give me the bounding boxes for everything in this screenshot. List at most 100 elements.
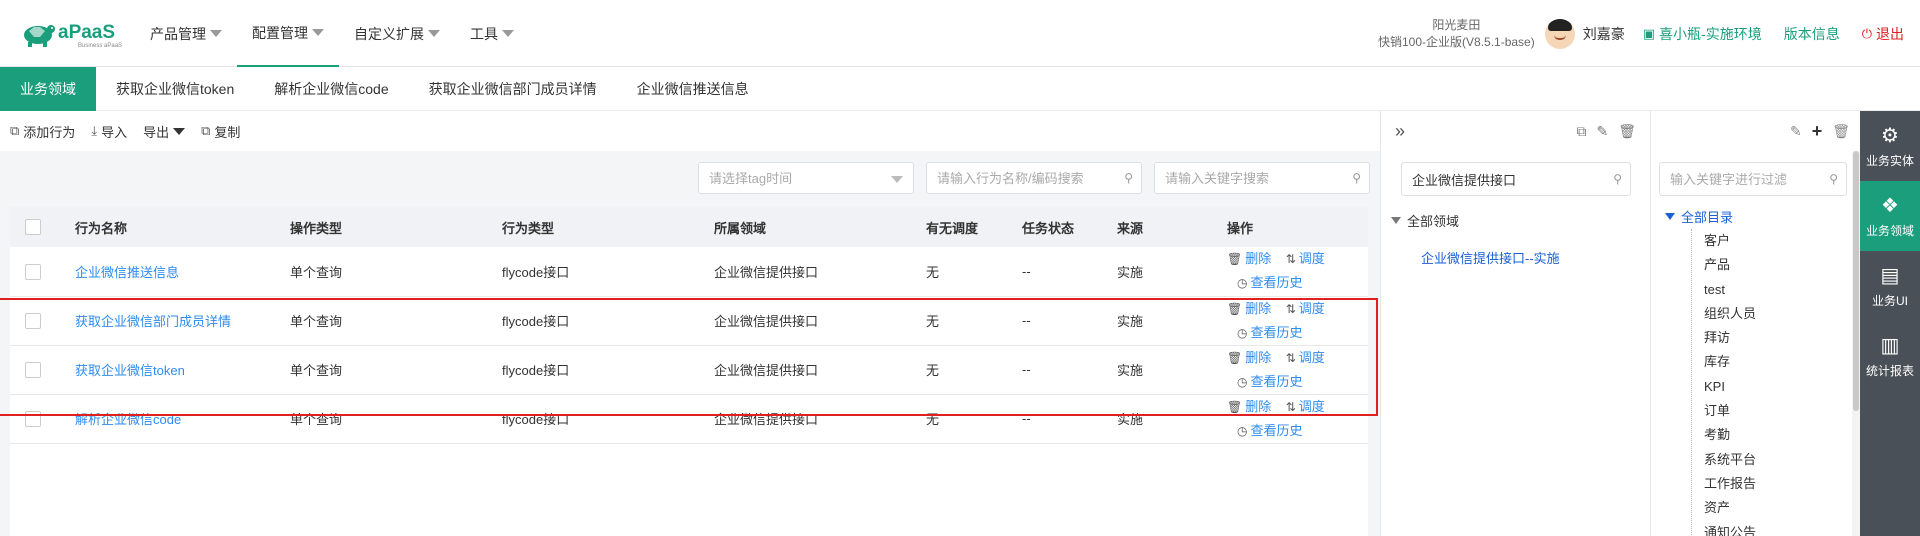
tab-get-wechat-token[interactable]: 获取企业微信token [96,67,254,111]
add-domain-icon[interactable]: ⧉ [1576,123,1586,140]
add-behavior-button[interactable]: ⧉ 添加行为 [10,122,75,141]
directory-item[interactable]: KPI [1704,375,1756,399]
env-link[interactable]: ▣ 喜小瓶-实施环境 [1643,24,1762,44]
trash-icon[interactable]: 🗑 [1618,123,1636,140]
directory-item[interactable]: test [1704,278,1756,302]
name-search-field[interactable]: ⚲ [926,162,1142,194]
row-checkbox[interactable] [25,410,41,427]
view-history-button[interactable]: ◷ 查看历史 [1237,374,1303,389]
cell-actions: 🗑 删除 ⇅ 调度 ◷ 查看历史 [1227,394,1368,443]
edit-icon[interactable]: ✎ [1596,123,1608,140]
directory-item[interactable]: 通知公告 [1704,521,1756,536]
directory-item[interactable]: 考勤 [1704,423,1756,447]
delete-button[interactable]: 🗑 删除 [1227,399,1271,414]
version-info-link[interactable]: 版本信息 [1784,24,1840,44]
nav-label: 产品管理 [150,25,206,42]
table-row[interactable]: 企业微信推送信息 单个查询 flycode接口 企业微信提供接口 无 -- 实施… [10,247,1368,296]
collapse-icon[interactable]: » [1395,121,1405,142]
import-button[interactable]: ⤓ 导入 [91,122,127,141]
tab-parse-wechat-code[interactable]: 解析企业微信code [254,67,408,111]
sidebar-item-business-domain[interactable]: ❖ 业务领域 [1860,181,1920,251]
nav-tools[interactable]: 工具 [455,0,529,67]
avatar[interactable] [1544,18,1575,49]
scrollbar-thumb[interactable] [1853,151,1859,411]
search-icon[interactable]: ⚲ [1829,172,1838,186]
behavior-name-link[interactable]: 获取企业微信token [75,363,185,378]
export-dropdown[interactable]: 导出 [143,122,186,141]
search-icon[interactable]: ⚲ [1124,171,1133,185]
keyword-search-field[interactable]: ⚲ [1154,162,1370,194]
plus-icon[interactable]: + [1812,121,1823,142]
cell-act-type: flycode接口 [502,363,570,378]
behavior-name-link[interactable]: 企业微信推送信息 [75,265,179,280]
view-history-button[interactable]: ◷ 查看历史 [1237,325,1303,340]
directory-item[interactable]: 拜访 [1704,326,1756,350]
directory-scrollbar[interactable] [1852,151,1860,536]
logout-button[interactable]: ⏻ 退出 [1862,24,1904,44]
expand-triangle-icon[interactable] [1665,213,1675,220]
directory-item[interactable]: 产品 [1704,253,1756,277]
tag-time-input[interactable] [699,163,879,193]
sidebar-item-statistics[interactable]: ▥ 统计报表 [1860,321,1920,391]
keyword-search-input[interactable] [1155,163,1335,193]
tab-get-dept-member-detail[interactable]: 获取企业微信部门成员详情 [409,67,617,111]
schedule-button[interactable]: ⇅ 调度 [1286,399,1325,414]
row-checkbox[interactable] [25,263,41,280]
row-checkbox[interactable] [25,312,41,329]
select-all-checkbox[interactable] [25,219,41,236]
directory-item[interactable]: 组织人员 [1704,302,1756,326]
company-version: 快销100-企业版(V8.5.1-base) [1378,34,1535,49]
delete-button[interactable]: 🗑 删除 [1227,301,1271,316]
behavior-name-link[interactable]: 解析企业微信code [75,412,181,427]
directory-tree-root[interactable]: 全部目录 [1665,207,1733,226]
sidebar-item-business-entity[interactable]: ⚙ 业务实体 [1860,111,1920,181]
directory-filter-field[interactable]: ⚲ [1659,162,1847,196]
table-header-row: 行为名称 操作类型 行为类型 所属领域 有无调度 任务状态 来源 操作 [10,207,1368,247]
view-history-button[interactable]: ◷ 查看历史 [1237,275,1303,290]
expand-triangle-icon[interactable] [1391,217,1401,224]
behavior-name-link[interactable]: 获取企业微信部门成员详情 [75,314,231,329]
directory-item[interactable]: 系统平台 [1704,448,1756,472]
table-row[interactable]: 获取企业微信部门成员详情 单个查询 flycode接口 企业微信提供接口 无 -… [10,296,1368,345]
nav-config-management[interactable]: 配置管理 [237,0,339,67]
search-icon[interactable]: ⚲ [1613,172,1622,186]
directory-filter-input[interactable] [1660,163,1820,195]
view-history-button[interactable]: ◷ 查看历史 [1237,423,1303,438]
tab-wechat-push-info[interactable]: 企业微信推送信息 [617,67,769,111]
tree-root-label: 全部领域 [1407,214,1460,229]
sidebar-item-business-ui[interactable]: ▤ 业务UI [1860,251,1920,321]
trash-icon[interactable]: 🗑 [1832,123,1850,140]
domain-tree-item[interactable]: 企业微信提供接口--实施 [1421,248,1560,267]
directory-item[interactable]: 订单 [1704,399,1756,423]
sliders-icon: ⇅ [1285,399,1296,414]
edit-icon[interactable]: ✎ [1790,123,1802,140]
directory-item[interactable]: 库存 [1704,350,1756,374]
domain-panel: » ⧉ ✎ 🗑 ⚲ 全部领域 企业微信提供接口--实施 [1380,111,1650,536]
schedule-button[interactable]: ⇅ 调度 [1286,301,1325,316]
domain-search-input[interactable] [1402,163,1597,195]
domain-tree-root[interactable]: 全部领域 [1391,211,1560,230]
directory-item[interactable]: 工作报告 [1704,472,1756,496]
directory-item[interactable]: 资产 [1704,496,1756,520]
import-label: 导入 [101,124,128,140]
search-icon[interactable]: ⚲ [1352,171,1361,185]
tab-business-domain[interactable]: 业务领域 [0,67,96,111]
username[interactable]: 刘嘉豪 [1583,24,1625,44]
name-search-input[interactable] [927,163,1107,193]
schedule-button[interactable]: ⇅ 调度 [1286,251,1325,266]
table-row[interactable]: 获取企业微信token 单个查询 flycode接口 企业微信提供接口 无 --… [10,345,1368,394]
delete-button[interactable]: 🗑 删除 [1227,251,1271,266]
nav-product-management[interactable]: 产品管理 [135,0,237,67]
row-checkbox[interactable] [25,361,41,378]
tag-time-select[interactable] [698,162,914,194]
directory-item[interactable]: 客户 [1704,229,1756,253]
col-header: 所属领域 [714,220,767,236]
domain-search-field[interactable]: ⚲ [1401,162,1631,196]
caret-down-icon [428,30,440,37]
app-logo[interactable]: aPaaS Business aPaaS [20,17,122,49]
delete-button[interactable]: 🗑 删除 [1227,350,1271,365]
nav-custom-extension[interactable]: 自定义扩展 [339,0,455,67]
copy-button[interactable]: ⧉ 复制 [201,122,240,141]
schedule-button[interactable]: ⇅ 调度 [1286,350,1325,365]
table-row[interactable]: 解析企业微信code 单个查询 flycode接口 企业微信提供接口 无 -- … [10,394,1368,443]
